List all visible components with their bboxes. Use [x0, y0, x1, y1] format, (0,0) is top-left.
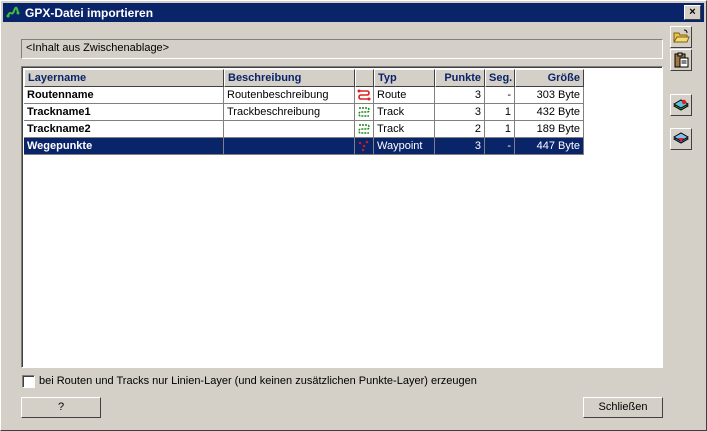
folder-open-icon: [673, 29, 690, 43]
layer-stack-icon: [672, 132, 690, 144]
paste-clipboard-button[interactable]: [670, 49, 692, 71]
cell-layername: Trackname2: [24, 121, 224, 138]
cell-seg: -: [485, 87, 515, 104]
close-window-button[interactable]: ×: [684, 5, 701, 20]
waypoint-icon: [358, 140, 369, 152]
cell-icon: [355, 87, 374, 104]
cell-typ: Track: [374, 104, 435, 121]
cell-punkte: 3: [435, 138, 485, 155]
cell-typ: Route: [374, 87, 435, 104]
gpx-import-dialog: GPX-Datei importieren × <Inhalt aus Zwis…: [0, 0, 707, 431]
cell-groesse: 189 Byte: [515, 121, 584, 138]
source-field: <Inhalt aus Zwischenablage>: [21, 39, 663, 59]
cell-seg: -: [485, 138, 515, 155]
close-button[interactable]: Schließen: [583, 397, 663, 418]
cell-layername: Routenname: [24, 87, 224, 104]
col-header-beschreibung[interactable]: Beschreibung: [224, 69, 355, 87]
track-icon: [358, 124, 370, 134]
cell-typ: Track: [374, 121, 435, 138]
layer-add-icon: [672, 99, 690, 111]
import-all-button[interactable]: [670, 128, 692, 150]
track-icon: [358, 107, 370, 117]
import-layer-button[interactable]: [670, 94, 692, 116]
cell-beschreibung: Trackbeschreibung: [224, 104, 355, 121]
gpx-app-icon: [6, 6, 20, 18]
cell-icon: [355, 121, 374, 138]
cell-layername: Wegepunkte: [24, 138, 224, 155]
cell-groesse: 303 Byte: [515, 87, 584, 104]
col-header-typ[interactable]: Typ: [374, 69, 435, 87]
col-header-icon[interactable]: [355, 69, 374, 87]
cell-icon: [355, 104, 374, 121]
lines-only-label[interactable]: bei Routen und Tracks nur Linien-Layer (…: [39, 375, 477, 387]
cell-groesse: 432 Byte: [515, 104, 584, 121]
help-button[interactable]: ?: [21, 397, 101, 418]
cell-punkte: 3: [435, 87, 485, 104]
cell-icon: [355, 138, 374, 155]
window-title: GPX-Datei importieren: [25, 6, 154, 20]
cell-punkte: 3: [435, 104, 485, 121]
cell-groesse: 447 Byte: [515, 138, 584, 155]
cell-beschreibung: Routenbeschreibung: [224, 87, 355, 104]
route-icon: [357, 89, 371, 101]
open-file-button[interactable]: [670, 26, 692, 48]
col-header-seg[interactable]: Seg.: [485, 69, 515, 87]
cell-beschreibung: [224, 121, 355, 138]
source-text: <Inhalt aus Zwischenablage>: [26, 42, 170, 54]
cell-beschreibung: [224, 138, 355, 155]
layer-listview[interactable]: Layername Beschreibung Typ Punkte Seg. G…: [21, 66, 663, 368]
cell-seg: 1: [485, 104, 515, 121]
title-bar[interactable]: GPX-Datei importieren ×: [3, 3, 704, 22]
col-header-groesse[interactable]: Größe: [515, 69, 584, 87]
col-header-punkte[interactable]: Punkte: [435, 69, 485, 87]
col-header-layername[interactable]: Layername: [24, 69, 224, 87]
cell-layername: Trackname1: [24, 104, 224, 121]
cell-punkte: 2: [435, 121, 485, 138]
lines-only-checkbox[interactable]: [22, 375, 35, 388]
clipboard-icon: [674, 52, 689, 68]
cell-typ: Waypoint: [374, 138, 435, 155]
cell-seg: 1: [485, 121, 515, 138]
